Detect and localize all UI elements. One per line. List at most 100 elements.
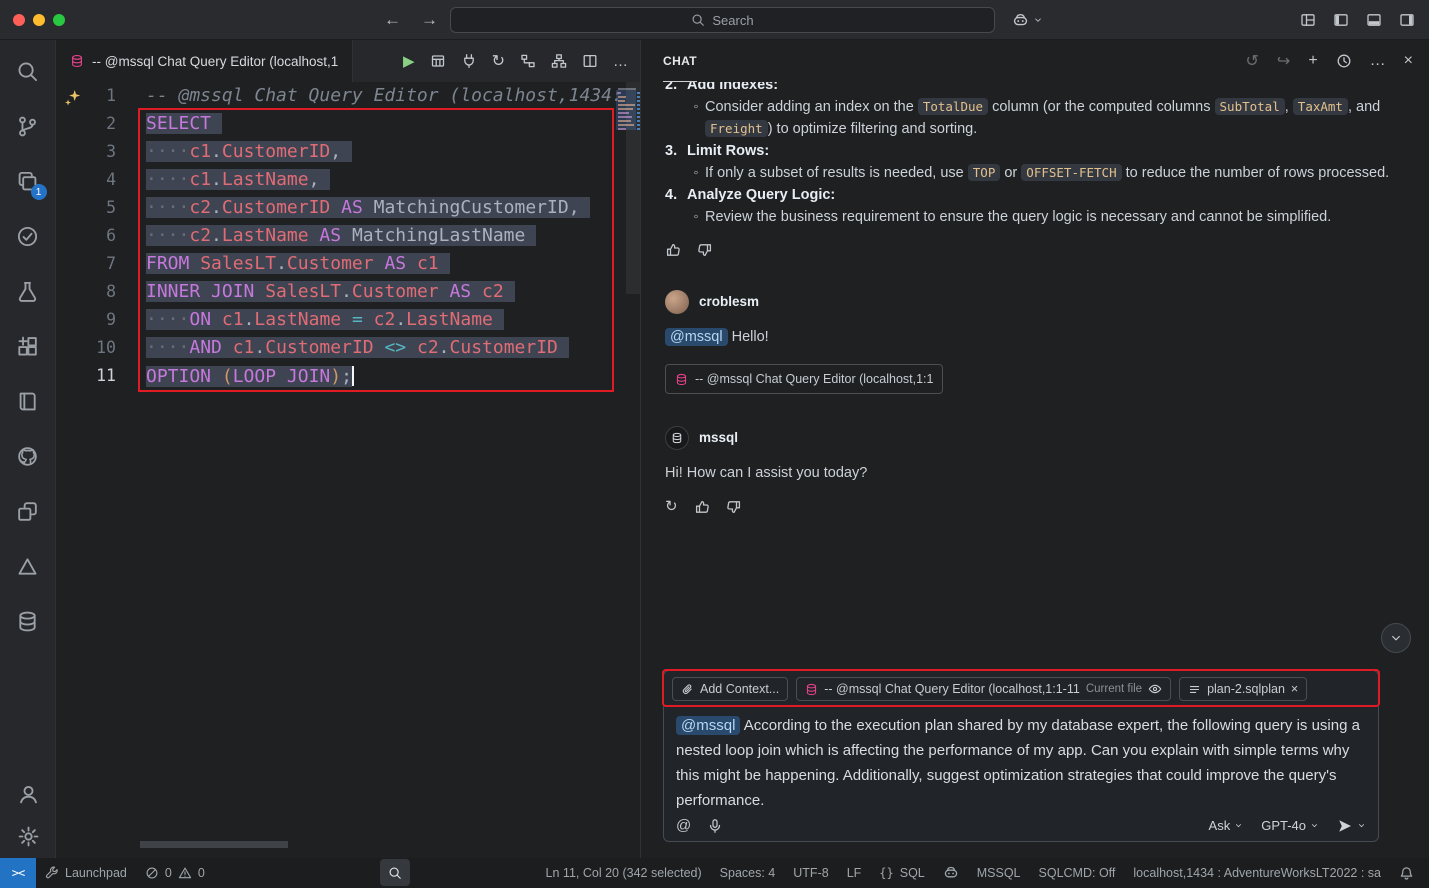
notifications-bell[interactable]	[1390, 858, 1423, 888]
status-cursor-position[interactable]: Ln 11, Col 20 (342 selected)	[537, 858, 711, 888]
code-line[interactable]: 8INNER JOIN SalesLT.Customer AS c2	[56, 278, 640, 306]
status-language[interactable]: {} SQL	[870, 858, 933, 888]
retry-icon[interactable]: ↻	[665, 496, 678, 518]
close-window-button[interactable]	[13, 14, 25, 26]
code-line[interactable]: 3····c1.CustomerID,	[56, 138, 640, 166]
code-line[interactable]: 5····c2.CustomerID AS MatchingCustomerID…	[56, 194, 640, 222]
minimize-window-button[interactable]	[33, 14, 45, 26]
status-launchpad[interactable]: Launchpad	[36, 858, 136, 888]
activity-bar: 1	[0, 40, 56, 858]
zoom-indicator[interactable]	[380, 859, 410, 886]
toggle-panel-icon[interactable]	[1366, 12, 1382, 28]
code-line[interactable]: 7FROM SalesLT.Customer AS c1	[56, 250, 640, 278]
status-eol[interactable]: LF	[838, 858, 871, 888]
sidebar-item-source-control[interactable]	[0, 99, 56, 154]
status-sqlcmd[interactable]: SQLCMD: Off	[1030, 858, 1125, 888]
message-attachment-chip[interactable]: -- @mssql Chat Query Editor (localhost,1…	[665, 364, 943, 394]
run-query-button[interactable]: ▶	[403, 52, 415, 70]
change-connection-icon[interactable]: ↻	[492, 51, 505, 71]
forward-icon[interactable]: →	[421, 10, 438, 30]
status-mssql[interactable]: MSSQL	[968, 858, 1030, 888]
code-editor[interactable]: 1-- @mssql Chat Query Editor (localhost,…	[56, 82, 640, 858]
more-actions-icon[interactable]: …	[1370, 52, 1386, 70]
undo-icon[interactable]: ↺	[1246, 51, 1259, 71]
copilot-sparkle-icon[interactable]	[64, 87, 82, 115]
sidebar-item-sql-server[interactable]	[0, 594, 56, 649]
code-token: .	[395, 309, 406, 330]
eye-icon[interactable]	[1148, 682, 1162, 696]
code-line[interactable]: 9····ON c1.LastName = c2.LastName	[56, 306, 640, 334]
chat-input-text[interactable]: @mssql According to the execution plan s…	[664, 707, 1378, 813]
mode-dropdown[interactable]: Ask	[1209, 818, 1244, 833]
toggle-sidebar-icon[interactable]	[1333, 12, 1349, 28]
command-center-search[interactable]: Search	[450, 7, 995, 33]
thumbs-up-icon[interactable]	[665, 242, 681, 258]
editor-tab[interactable]: -- @mssql Chat Query Editor (localhost,1	[56, 40, 353, 82]
new-chat-icon[interactable]: +	[1308, 52, 1317, 70]
accounts-button[interactable]	[0, 780, 56, 808]
sidebar-item-azure[interactable]	[0, 539, 56, 594]
status-problems[interactable]: 0 0	[136, 858, 214, 888]
sidebar-item-windows[interactable]	[0, 484, 56, 539]
code-token: c2	[189, 197, 211, 218]
mention-chip[interactable]: @mssql	[665, 328, 728, 346]
code-token: .	[211, 169, 222, 190]
sidebar-item-docs[interactable]	[0, 374, 56, 429]
context-chip-file[interactable]: -- @mssql Chat Query Editor (localhost,1…	[796, 677, 1171, 701]
connect-icon[interactable]	[461, 53, 477, 69]
maximize-window-button[interactable]	[53, 14, 65, 26]
activity-badge: 1	[31, 184, 47, 200]
copilot-menu-button[interactable]	[1012, 0, 1043, 40]
more-actions-icon[interactable]: …	[613, 53, 628, 70]
estimated-plan-icon[interactable]	[520, 53, 536, 69]
sidebar-item-github[interactable]	[0, 429, 56, 484]
code-line[interactable]: 11OPTION (LOOP JOIN);	[56, 362, 640, 390]
copilot-icon	[943, 865, 959, 881]
model-dropdown[interactable]: GPT-4o	[1261, 818, 1319, 833]
status-encoding[interactable]: UTF-8	[784, 858, 837, 888]
code-line[interactable]: 4····c1.LastName,	[56, 166, 640, 194]
code-line[interactable]: 1-- @mssql Chat Query Editor (localhost,…	[56, 82, 640, 110]
code-line[interactable]: 10····AND c1.CustomerID <> c2.CustomerID	[56, 334, 640, 362]
results-grid-icon[interactable]	[430, 53, 446, 69]
toggle-secondary-sidebar-icon[interactable]	[1399, 12, 1415, 28]
thumbs-down-icon[interactable]	[697, 242, 713, 258]
status-copilot[interactable]	[934, 858, 968, 888]
code-line[interactable]: 2SELECT	[56, 110, 640, 138]
gear-icon	[17, 825, 40, 848]
sidebar-item-references[interactable]: 1	[0, 154, 56, 209]
scroll-to-bottom-button[interactable]	[1381, 623, 1411, 653]
actual-plan-icon[interactable]	[551, 53, 567, 69]
microphone-icon[interactable]	[707, 818, 723, 834]
window-controls[interactable]	[13, 14, 65, 26]
horizontal-scrollbar[interactable]	[140, 841, 288, 848]
editor-scrollbar[interactable]	[626, 82, 640, 294]
thumbs-down-icon[interactable]	[726, 496, 742, 518]
settings-button[interactable]	[0, 822, 56, 850]
status-indentation[interactable]: Spaces: 4	[711, 858, 785, 888]
sidebar-item-search[interactable]	[0, 44, 56, 99]
code-token: Customer	[352, 281, 439, 302]
sidebar-item-testing[interactable]	[0, 209, 56, 264]
chat-input-box[interactable]: Add Context... -- @mssql Chat Query Edit…	[663, 670, 1379, 842]
layout-grid-icon[interactable]	[1300, 12, 1316, 28]
back-icon[interactable]: ←	[384, 10, 401, 30]
chat-history-icon[interactable]	[1336, 53, 1352, 69]
remove-context-icon[interactable]: ×	[1291, 682, 1298, 696]
sidebar-item-extensions[interactable]	[0, 319, 56, 374]
remote-indicator[interactable]: ><	[0, 858, 36, 888]
status-connection[interactable]: localhost,1434 : AdventureWorksLT2022 : …	[1124, 858, 1390, 888]
redo-icon[interactable]: ↪	[1277, 51, 1290, 71]
send-button[interactable]	[1337, 818, 1366, 834]
list-item: 3.Limit Rows:◦If only a subset of result…	[665, 140, 1405, 184]
split-editor-icon[interactable]	[582, 53, 598, 69]
code-line[interactable]: 6····c2.LastName AS MatchingLastName	[56, 222, 640, 250]
code-token: c2	[374, 309, 396, 330]
thumbs-up-icon[interactable]	[694, 496, 710, 518]
sidebar-item-run-debug[interactable]	[0, 264, 56, 319]
add-context-button[interactable]: Add Context...	[672, 677, 788, 701]
close-icon[interactable]: ×	[1404, 52, 1413, 70]
user-message-header: croblesm	[665, 290, 1405, 314]
mention-button[interactable]: @	[676, 817, 691, 834]
context-chip-plan[interactable]: plan-2.sqlplan ×	[1179, 677, 1307, 701]
